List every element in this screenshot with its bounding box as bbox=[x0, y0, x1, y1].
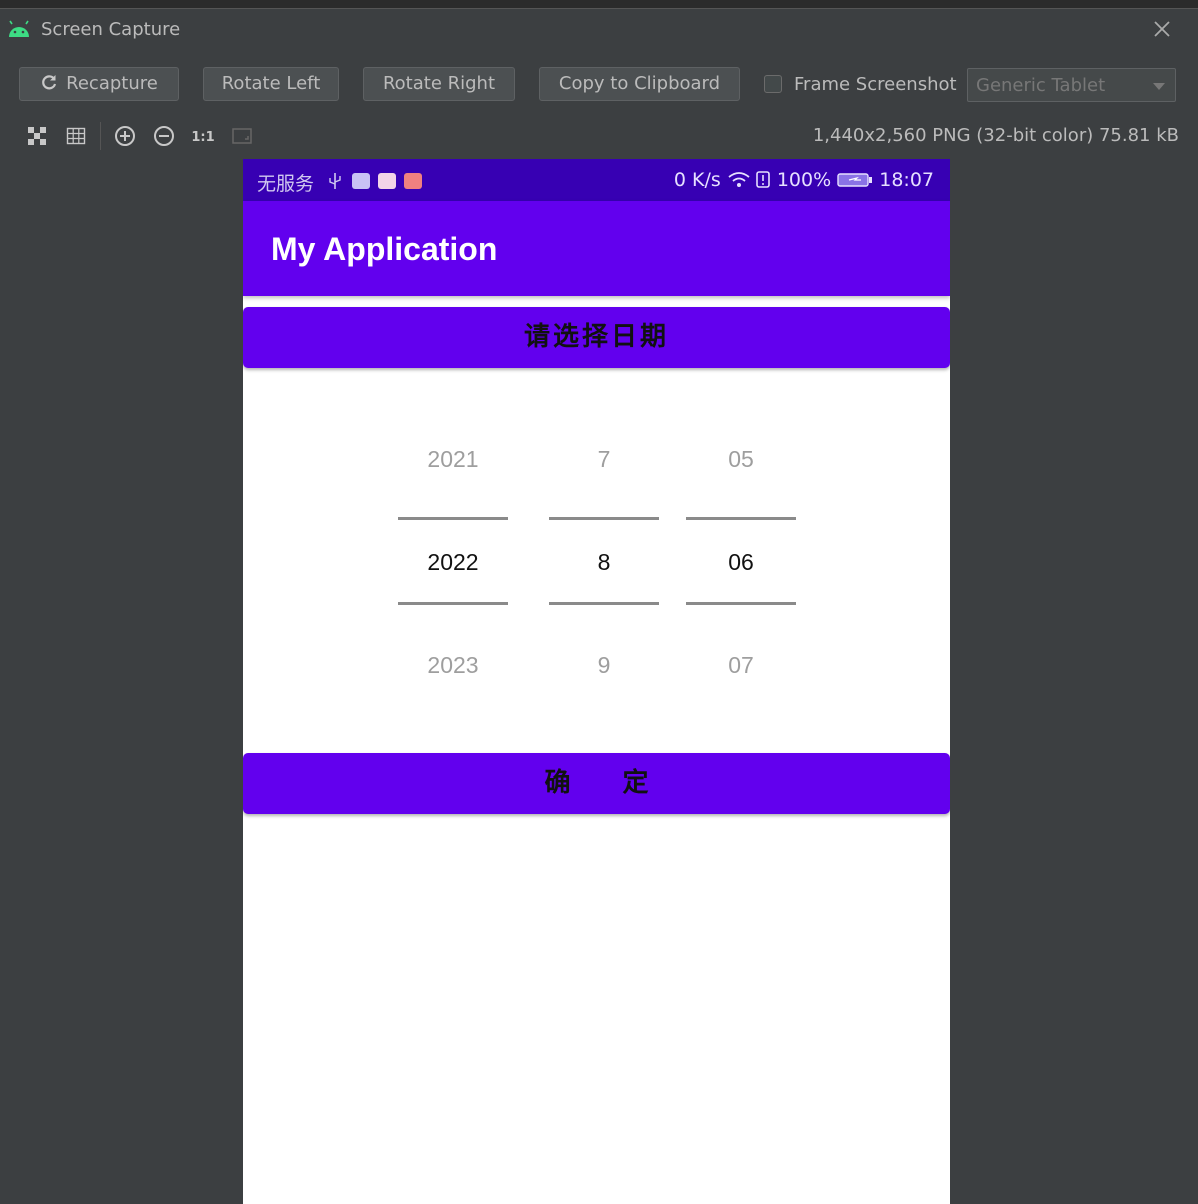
notification-icons bbox=[329, 173, 422, 189]
close-icon[interactable] bbox=[1150, 17, 1174, 41]
month-next[interactable]: 9 bbox=[549, 652, 659, 679]
android-icon bbox=[9, 20, 29, 37]
year-selected[interactable]: 2022 bbox=[398, 549, 508, 576]
clock: 18:07 bbox=[879, 169, 934, 191]
day-prev[interactable]: 05 bbox=[686, 446, 796, 473]
rotate-right-button[interactable]: Rotate Right bbox=[363, 67, 515, 101]
actual-size-icon[interactable]: 1:1 bbox=[192, 125, 214, 147]
grid-icon[interactable] bbox=[65, 125, 87, 147]
recapture-button[interactable]: Recapture bbox=[19, 67, 179, 101]
frame-screenshot-checkbox[interactable] bbox=[764, 75, 782, 93]
recapture-label: Recapture bbox=[66, 73, 158, 94]
month-selected[interactable]: 8 bbox=[549, 549, 659, 576]
rotate-left-button[interactable]: Rotate Left bbox=[203, 67, 339, 101]
app-title: My Application bbox=[271, 231, 498, 267]
window-title: Screen Capture bbox=[41, 19, 181, 40]
status-right: 0 K/s 100% 18:07 bbox=[674, 169, 934, 191]
battery-icon bbox=[837, 173, 873, 187]
confirm-button[interactable]: 确 定 bbox=[243, 753, 950, 814]
day-next[interactable]: 07 bbox=[686, 652, 796, 679]
select-date-button[interactable]: 请选择日期 bbox=[243, 307, 950, 368]
toolbar-separator bbox=[100, 122, 101, 150]
year-picker[interactable]: 2021 2022 2023 bbox=[398, 409, 508, 689]
year-divider-bottom bbox=[398, 602, 508, 605]
month-picker[interactable]: 7 8 9 bbox=[549, 409, 659, 689]
day-divider-bottom bbox=[686, 602, 796, 605]
fit-screen-icon bbox=[232, 128, 252, 144]
battery-percent: 100% bbox=[776, 169, 832, 191]
top-edge bbox=[0, 0, 1198, 9]
status-bar: 无服务 0 K/s 100% 18:07 bbox=[243, 159, 950, 201]
year-next[interactable]: 2023 bbox=[398, 652, 508, 679]
app-bar: My Application bbox=[243, 201, 950, 296]
book-notification-icon bbox=[404, 173, 422, 189]
copy-to-clipboard-button[interactable]: Copy to Clipboard bbox=[539, 67, 740, 101]
wifi-icon bbox=[728, 171, 770, 188]
month-prev[interactable]: 7 bbox=[549, 446, 659, 473]
usb-icon bbox=[329, 173, 341, 189]
year-divider-top bbox=[398, 517, 508, 520]
zoom-out-icon[interactable] bbox=[153, 125, 175, 147]
chevron-down-icon bbox=[1153, 83, 1165, 90]
device-select[interactable]: Generic Tablet bbox=[967, 68, 1176, 102]
device-select-value: Generic Tablet bbox=[976, 75, 1106, 96]
device-screenshot: 无服务 0 K/s 100% 18:07 My Application 请选择日… bbox=[243, 159, 950, 1204]
app-notification-icon bbox=[352, 173, 370, 189]
zoom-in-icon[interactable] bbox=[114, 125, 136, 147]
month-divider-bottom bbox=[549, 602, 659, 605]
frame-screenshot-label[interactable]: Frame Screenshot bbox=[794, 74, 957, 95]
svg-text:1:1: 1:1 bbox=[192, 130, 214, 145]
year-prev[interactable]: 2021 bbox=[398, 446, 508, 473]
carrier-status: 无服务 bbox=[257, 173, 315, 195]
day-divider-top bbox=[686, 517, 796, 520]
month-divider-top bbox=[549, 517, 659, 520]
title-bar: Screen Capture bbox=[0, 9, 1198, 51]
day-selected[interactable]: 06 bbox=[686, 549, 796, 576]
day-picker[interactable]: 05 06 07 bbox=[686, 409, 796, 689]
refresh-icon bbox=[42, 75, 57, 90]
map-notification-icon bbox=[378, 173, 396, 189]
checkerboard-icon[interactable] bbox=[26, 125, 48, 147]
network-speed: 0 K/s bbox=[673, 169, 721, 191]
image-info: 1,440x2,560 PNG (32-bit color) 75.81 kB bbox=[812, 125, 1179, 146]
